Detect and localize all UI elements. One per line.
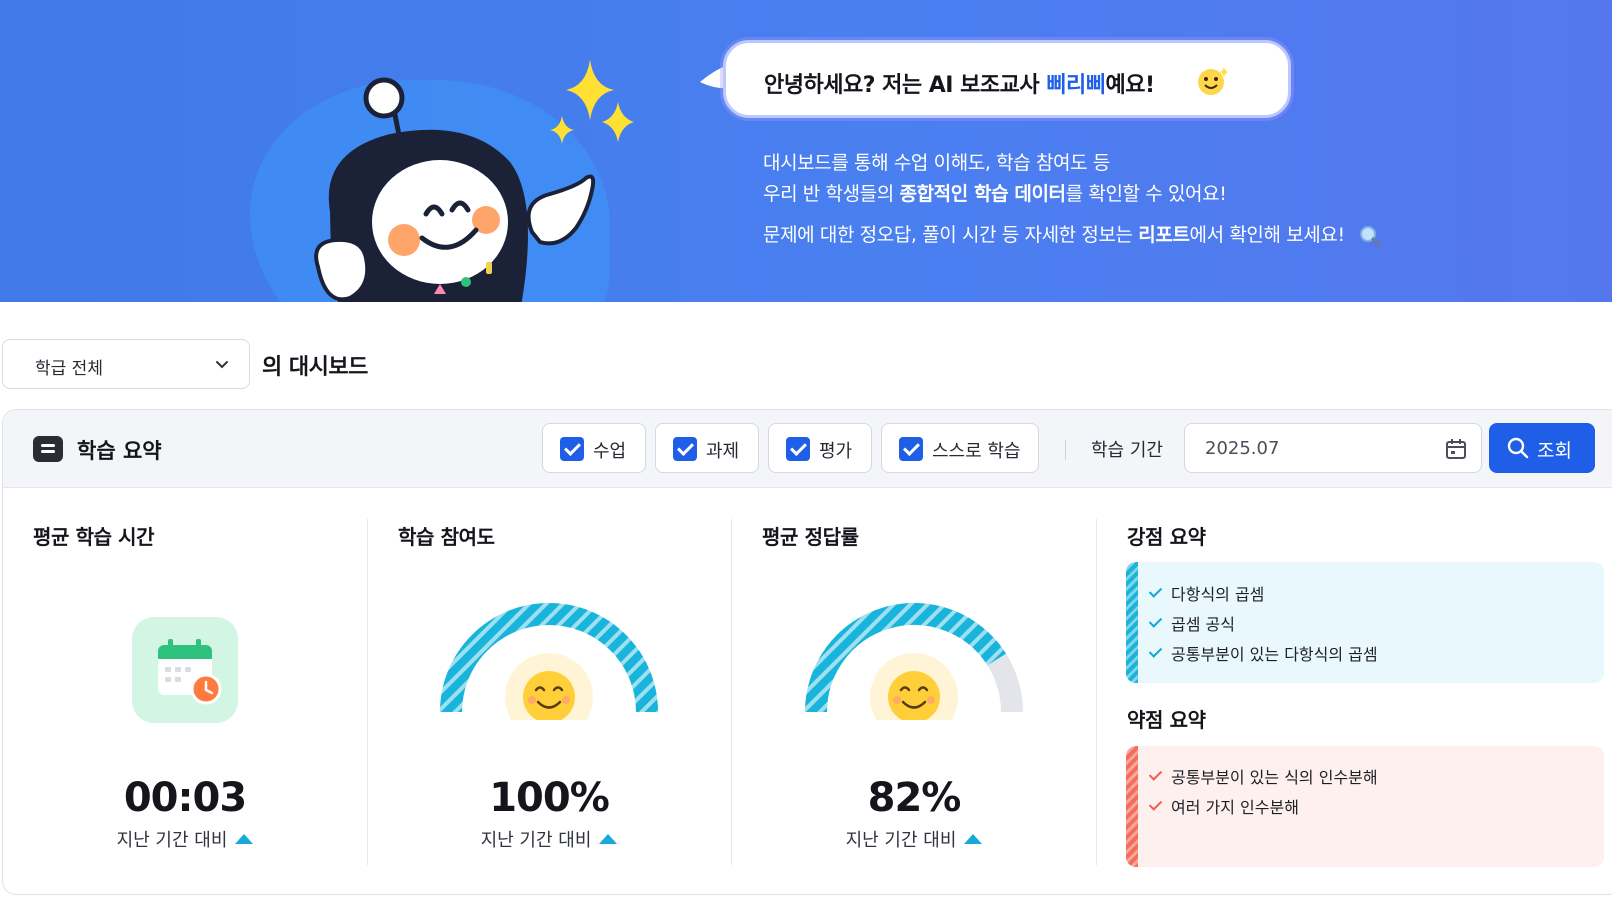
hero-line-3: 문제에 대한 정오답, 풀이 시간 등 자세한 정보는 리포트에서 확인해 보세… bbox=[763, 220, 1382, 251]
strength-item: 공통부분이 있는 다항식의 곱셈 bbox=[1148, 641, 1378, 665]
check-icon bbox=[1148, 767, 1163, 781]
strengths-title: 강점 요약 bbox=[1127, 525, 1206, 549]
trend-up-icon bbox=[599, 834, 618, 844]
filter-self-study-checkbox[interactable]: 스스로 학습 bbox=[881, 423, 1039, 473]
strength-item: 다항식의 곱셈 bbox=[1148, 581, 1264, 605]
accuracy-value: 82% bbox=[867, 775, 962, 821]
sparkle-icon bbox=[550, 60, 634, 144]
summary-title: 학습 요약 bbox=[77, 439, 162, 463]
summary-list-icon bbox=[33, 436, 63, 462]
strengths-box: 다항식의 곱셈 곱셈 공식 공통부분이 있는 다항식의 곱셈 bbox=[1126, 562, 1604, 683]
check-icon bbox=[1148, 797, 1163, 811]
filter-label: 과제 bbox=[706, 441, 740, 462]
search-button[interactable]: 조회 bbox=[1489, 423, 1595, 473]
search-icon bbox=[1507, 437, 1529, 459]
calendar-clock-icon bbox=[132, 617, 238, 723]
participation-gauge bbox=[440, 603, 658, 720]
accuracy-gauge bbox=[805, 603, 1023, 720]
column-divider bbox=[1096, 519, 1097, 865]
filter-class-checkbox[interactable]: 수업 bbox=[542, 423, 646, 473]
avg-study-time-title: 평균 학습 시간 bbox=[33, 525, 155, 549]
checkbox-checked-icon bbox=[560, 437, 584, 461]
check-icon bbox=[1148, 614, 1163, 628]
speech-bubble: 안녕하세요? 저는 AI 보조교사 삐리삐예요! bbox=[723, 40, 1291, 118]
participation-title: 학습 참여도 bbox=[398, 525, 495, 549]
hero-description: 대시보드를 통해 수업 이해도, 학습 참여도 등 우리 반 학생들의 종합적인… bbox=[763, 148, 1382, 251]
weakness-item: 여러 가지 인수분해 bbox=[1148, 794, 1299, 818]
accuracy-compare: 지난 기간 대비 bbox=[789, 826, 1039, 852]
participation-compare: 지난 기간 대비 bbox=[424, 826, 674, 852]
checkbox-checked-icon bbox=[899, 437, 923, 461]
calendar-icon[interactable] bbox=[1445, 438, 1467, 460]
dashboard-title: 의 대시보드 bbox=[262, 355, 368, 380]
search-button-label: 조회 bbox=[1537, 440, 1572, 462]
hero-banner: 안녕하세요? 저는 AI 보조교사 삐리삐예요! 대시보드를 통해 수업 이해도… bbox=[0, 0, 1612, 302]
hero-line-2: 우리 반 학생들의 종합적인 학습 데이터를 확인할 수 있어요! bbox=[763, 183, 1227, 205]
filter-label: 스스로 학습 bbox=[932, 441, 1021, 462]
smile-face-icon bbox=[505, 653, 593, 720]
greeting-text: 안녕하세요? 저는 AI 보조교사 삐리삐예요! bbox=[764, 73, 1155, 98]
column-divider bbox=[731, 519, 732, 865]
avg-study-time-compare: 지난 기간 대비 bbox=[60, 826, 310, 852]
checkbox-checked-icon bbox=[786, 437, 810, 461]
period-date-input[interactable]: 2025.07 bbox=[1184, 423, 1482, 473]
strengths-stripe bbox=[1126, 562, 1138, 683]
weakness-item: 공통부분이 있는 식의 인수분해 bbox=[1148, 764, 1378, 788]
chevron-down-icon bbox=[216, 361, 228, 369]
weaknesses-box: 공통부분이 있는 식의 인수분해 여러 가지 인수분해 bbox=[1126, 746, 1604, 867]
smile-emoji-icon bbox=[1198, 67, 1228, 95]
column-divider bbox=[367, 519, 368, 865]
filter-evaluation-checkbox[interactable]: 평가 bbox=[768, 423, 872, 473]
period-date-value: 2025.07 bbox=[1205, 438, 1280, 459]
strength-item: 곱셈 공식 bbox=[1148, 611, 1235, 635]
participation-value: 100% bbox=[489, 775, 610, 821]
summary-header: 학습 요약 수업 과제 평가 스스로 학습 학습 기간 2025.07 조회 bbox=[3, 410, 1612, 488]
avg-study-time-value: 00:03 bbox=[123, 775, 247, 821]
period-label: 학습 기간 bbox=[1091, 440, 1163, 461]
trend-up-icon bbox=[235, 834, 254, 844]
class-select[interactable]: 학급 전체 bbox=[2, 339, 250, 389]
smile-face-icon bbox=[870, 653, 958, 720]
header-divider bbox=[1065, 440, 1066, 460]
weaknesses-stripe bbox=[1126, 746, 1138, 867]
hero-line-1: 대시보드를 통해 수업 이해도, 학습 참여도 등 bbox=[763, 152, 1110, 174]
accuracy-title: 평균 정답률 bbox=[762, 525, 859, 549]
checkbox-checked-icon bbox=[673, 437, 697, 461]
filter-label: 수업 bbox=[593, 441, 627, 462]
check-icon bbox=[1148, 644, 1163, 658]
magnifier-icon bbox=[1360, 225, 1381, 246]
filter-assignment-checkbox[interactable]: 과제 bbox=[655, 423, 759, 473]
class-select-value: 학급 전체 bbox=[35, 359, 103, 379]
trend-up-icon bbox=[964, 834, 983, 844]
filter-label: 평가 bbox=[819, 441, 853, 462]
weaknesses-title: 약점 요약 bbox=[1127, 708, 1206, 732]
check-icon bbox=[1148, 584, 1163, 598]
